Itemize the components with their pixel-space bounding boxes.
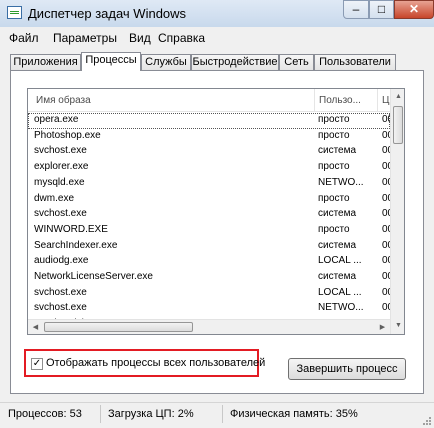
process-name-cell: WINWORD.EXE bbox=[34, 223, 108, 235]
status-processes: Процессов: 53 bbox=[8, 408, 82, 420]
process-name-cell: svchost.exe bbox=[34, 145, 87, 157]
process-list[interactable]: Имя образа Пользо... Ц opera.exeпросто00… bbox=[27, 88, 405, 335]
process-user-cell: просто bbox=[318, 192, 350, 204]
column-divider[interactable] bbox=[377, 89, 378, 111]
scroll-left-arrow-icon[interactable]: ◀ bbox=[28, 320, 43, 334]
table-row[interactable]: Photoshop.exeпросто00 bbox=[28, 129, 392, 145]
table-row[interactable]: mysqld.exeNETWO...00 bbox=[28, 176, 392, 192]
menu-view[interactable]: Вид bbox=[129, 31, 151, 45]
process-user-cell: система bbox=[318, 145, 357, 157]
task-manager-window: Диспетчер задач Windows – □ ✕ Файл Парам… bbox=[0, 0, 434, 428]
process-name-cell: SearchIndexer.exe bbox=[34, 239, 118, 251]
process-name-cell: svchost.exe bbox=[34, 286, 87, 298]
menu-bar: Файл Параметры Вид Справка bbox=[0, 27, 434, 47]
list-header: Имя образа Пользо... Ц bbox=[28, 89, 390, 112]
table-row[interactable]: opera.exeпросто00 bbox=[28, 113, 392, 129]
process-user-cell: просто bbox=[318, 161, 350, 173]
vertical-scrollbar[interactable]: ▲ ▼ bbox=[390, 89, 404, 334]
process-user-cell: система bbox=[318, 239, 357, 251]
horizontal-scroll-thumb[interactable] bbox=[44, 322, 193, 332]
process-name-cell: explorer.exe bbox=[34, 161, 89, 173]
table-row[interactable]: svchost.exeсистема00 bbox=[28, 207, 392, 223]
process-user-cell: NETWO... bbox=[318, 176, 364, 188]
column-divider[interactable] bbox=[314, 89, 315, 111]
process-user-cell: NETWO... bbox=[318, 302, 364, 314]
tab-network[interactable]: Сеть bbox=[279, 54, 314, 70]
process-user-cell: просто bbox=[318, 129, 350, 141]
table-row[interactable]: SearchIndexer.exeсистема00 bbox=[28, 239, 392, 255]
close-button[interactable]: ✕ bbox=[394, 0, 434, 19]
minimize-button[interactable]: – bbox=[343, 0, 369, 19]
menu-params[interactable]: Параметры bbox=[53, 31, 117, 45]
resize-grip-icon[interactable] bbox=[422, 416, 432, 426]
process-name-cell: Photoshop.exe bbox=[34, 129, 101, 141]
scroll-down-arrow-icon[interactable]: ▼ bbox=[391, 318, 404, 333]
process-name-cell: svchost.exe bbox=[34, 208, 87, 220]
end-process-button[interactable]: Завершить процесс bbox=[288, 358, 406, 380]
table-row[interactable]: dwm.exeпросто00 bbox=[28, 192, 392, 208]
process-user-cell: система bbox=[318, 271, 357, 282]
show-all-users-label[interactable]: Отображать процессы всех пользователей bbox=[46, 357, 265, 369]
task-manager-icon bbox=[7, 6, 22, 19]
process-user-cell: просто bbox=[318, 114, 350, 125]
table-row[interactable]: explorer.exeпросто00 bbox=[28, 160, 392, 176]
tab-users[interactable]: Пользователи bbox=[314, 54, 396, 70]
process-user-cell: LOCAL ... bbox=[318, 286, 362, 298]
table-row[interactable]: WINWORD.EXEпросто00 bbox=[28, 223, 392, 239]
horizontal-scrollbar[interactable]: ◀ ▶ bbox=[28, 319, 390, 334]
process-name-cell: NetworkLicenseServer.exe bbox=[34, 271, 153, 282]
table-row[interactable]: NetworkLicenseServer.exeсистема00 bbox=[28, 270, 392, 286]
table-row[interactable]: svchost.exeLOCAL ...00 bbox=[28, 286, 392, 302]
title-bar[interactable]: Диспетчер задач Windows – □ ✕ bbox=[0, 0, 434, 27]
status-cpu: Загрузка ЦП: 2% bbox=[108, 408, 194, 420]
status-bar: Процессов: 53 Загрузка ЦП: 2% Физическая… bbox=[0, 402, 434, 428]
status-divider bbox=[222, 405, 223, 423]
status-divider bbox=[100, 405, 101, 423]
menu-file[interactable]: Файл bbox=[9, 31, 39, 45]
process-user-cell: LOCAL ... bbox=[318, 255, 362, 267]
scroll-up-arrow-icon[interactable]: ▲ bbox=[391, 89, 404, 104]
process-name-cell: svchost.exe bbox=[34, 302, 87, 314]
column-cpu[interactable]: Ц bbox=[382, 95, 389, 106]
table-row[interactable]: svchost.exeNETWO...00 bbox=[28, 301, 392, 317]
tab-performance[interactable]: Быстродействие bbox=[191, 54, 279, 70]
tab-applications[interactable]: Приложения bbox=[10, 54, 81, 70]
tab-processes[interactable]: Процессы bbox=[81, 52, 141, 71]
process-name-cell: audiodg.exe bbox=[34, 255, 89, 267]
window-title: Диспетчер задач Windows bbox=[28, 6, 187, 21]
maximize-button[interactable]: □ bbox=[369, 0, 394, 19]
process-name-cell: dwm.exe bbox=[34, 192, 75, 204]
process-user-cell: система bbox=[318, 208, 357, 220]
column-user[interactable]: Пользо... bbox=[319, 95, 361, 106]
menu-help[interactable]: Справка bbox=[158, 31, 205, 45]
table-row[interactable]: audiodg.exeLOCAL ...00 bbox=[28, 254, 392, 270]
process-user-cell: просто bbox=[318, 223, 350, 235]
scroll-right-arrow-icon[interactable]: ▶ bbox=[375, 320, 390, 334]
process-name-cell: opera.exe bbox=[34, 114, 79, 125]
status-memory: Физическая память: 35% bbox=[230, 408, 358, 420]
process-name-cell: mysqld.exe bbox=[34, 176, 85, 188]
tab-services[interactable]: Службы bbox=[141, 54, 191, 70]
show-all-users-checkbox[interactable]: ✓ bbox=[31, 358, 43, 370]
vertical-scroll-thumb[interactable] bbox=[393, 106, 403, 144]
table-row[interactable]: svchost.exeсистема00 bbox=[28, 144, 392, 160]
column-image-name[interactable]: Имя образа bbox=[36, 95, 91, 106]
